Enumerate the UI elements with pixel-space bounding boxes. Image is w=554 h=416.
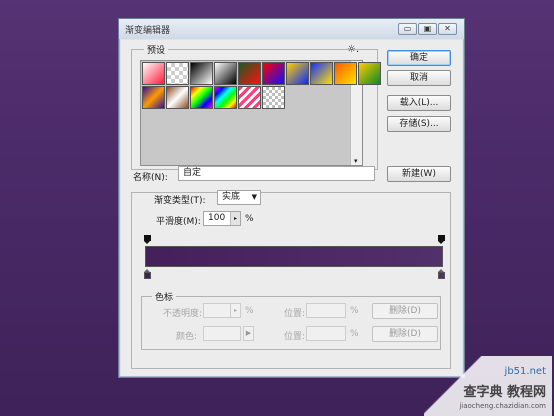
color-label: 颜色:	[176, 332, 198, 342]
presets-legend: 预设	[144, 43, 169, 56]
watermark-overlay: jb51.net 查字典 教程网 jiaocheng.chazidian.com	[424, 356, 552, 416]
delete-color-stop-button[interactable]: 删除(D)	[372, 326, 438, 342]
cancel-button[interactable]: 取消	[387, 70, 451, 86]
save-button[interactable]: 存储(S)...	[387, 116, 451, 132]
smoothness-value: 100	[208, 213, 226, 223]
smoothness-label: 平滑度(M):	[156, 217, 201, 227]
preset-swatch[interactable]	[238, 62, 261, 85]
minimize-button[interactable]: ▭	[398, 23, 417, 35]
preset-swatch[interactable]	[166, 86, 189, 109]
opacity-stop-right[interactable]	[438, 235, 445, 244]
preset-swatch[interactable]	[262, 62, 285, 85]
opacity-unit: %	[245, 306, 254, 316]
location-label-opacity: 位置:	[284, 309, 306, 319]
new-button[interactable]: 新建(W)	[387, 166, 451, 182]
color-menu-arrow-icon[interactable]: ▶	[243, 326, 254, 341]
opacity-slider-arrow-icon[interactable]: ▸	[230, 304, 240, 317]
preset-swatch[interactable]	[190, 86, 213, 109]
window-title: 渐变编辑器	[125, 26, 171, 36]
opacity-stop-left[interactable]	[144, 235, 151, 244]
title-bar[interactable]: 渐变编辑器 ▭ ▣ ✕	[119, 19, 464, 39]
preset-swatch[interactable]	[310, 62, 333, 85]
preset-swatch[interactable]	[190, 62, 213, 85]
color-stop-left[interactable]	[144, 269, 151, 279]
scroll-down-icon[interactable]: ▾	[354, 157, 358, 165]
gradient-editor-window: 渐变编辑器 ▭ ▣ ✕ 预设 ☼. ▴ ▾ 确定 取消 载入(L)... 存储(…	[118, 18, 465, 378]
preset-swatch[interactable]	[334, 62, 357, 85]
preset-swatch[interactable]	[142, 62, 165, 85]
gradient-bar[interactable]	[145, 246, 443, 267]
location-label-color: 位置:	[284, 332, 306, 342]
name-input[interactable]: 自定	[178, 166, 375, 181]
preset-swatch[interactable]	[358, 62, 381, 85]
dialog-client: 预设 ☼. ▴ ▾ 确定 取消 载入(L)... 存储(S)... 名称(N):…	[121, 40, 462, 376]
opacity-label: 不透明度:	[163, 309, 203, 319]
close-button[interactable]: ✕	[438, 23, 457, 35]
preset-swatch[interactable]	[166, 62, 189, 85]
preset-swatch[interactable]	[214, 62, 237, 85]
watermark-url: jiaocheng.chazidian.com	[459, 402, 546, 410]
color-stop-right[interactable]	[438, 269, 445, 279]
opacity-input[interactable]: ▸	[203, 303, 241, 318]
smoothness-input[interactable]: 100 ▸	[203, 211, 241, 226]
location-unit-color: %	[350, 329, 359, 339]
preset-swatch[interactable]	[262, 86, 285, 109]
preset-swatch[interactable]	[142, 86, 165, 109]
ok-button[interactable]: 确定	[387, 50, 451, 66]
color-swatch[interactable]	[203, 326, 241, 341]
presets-swatch-panel: ▴ ▾	[140, 60, 381, 166]
delete-opacity-stop-button[interactable]: 删除(D)	[372, 303, 438, 319]
location-input-color[interactable]	[306, 326, 346, 341]
smoothness-slider-arrow-icon[interactable]: ▸	[230, 212, 240, 225]
watermark-site: jb51.net	[504, 366, 546, 377]
location-unit-opacity: %	[350, 306, 359, 316]
chevron-down-icon: ▼	[251, 193, 257, 201]
gradient-type-value: 实底	[222, 192, 241, 202]
maximize-button[interactable]: ▣	[418, 23, 437, 35]
watermark-title: 查字典 教程网	[463, 385, 546, 400]
color-stops-legend: 色标	[152, 290, 177, 303]
presets-menu-icon[interactable]: ☼.	[347, 44, 359, 55]
load-button[interactable]: 载入(L)...	[387, 95, 451, 111]
preset-swatch[interactable]	[214, 86, 237, 109]
smoothness-unit: %	[245, 214, 254, 224]
preset-swatch[interactable]	[238, 86, 261, 109]
location-input-opacity[interactable]	[306, 303, 346, 318]
gradient-type-select[interactable]: 实底 ▼	[217, 190, 261, 205]
name-label: 名称(N):	[133, 173, 168, 183]
gradient-type-label: 渐变类型(T):	[152, 193, 208, 206]
preset-swatch[interactable]	[286, 62, 309, 85]
